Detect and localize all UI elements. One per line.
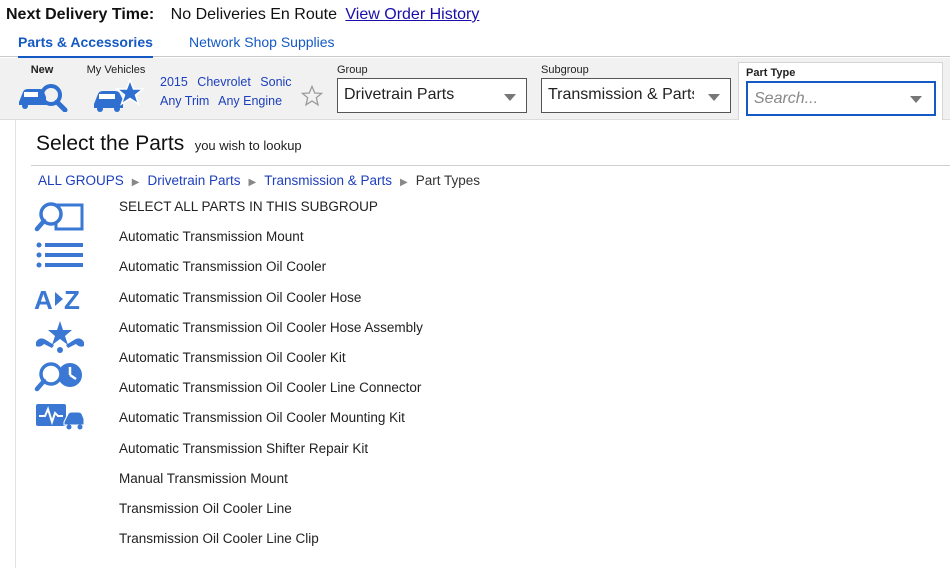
title-divider (31, 165, 950, 166)
my-vehicles-button[interactable]: My Vehicles (82, 64, 150, 114)
part-type-search-input[interactable] (748, 83, 898, 114)
search-clock-icon[interactable] (34, 360, 86, 394)
svg-text:A: A (34, 285, 53, 315)
vehicle-year[interactable]: 2015 (160, 75, 188, 89)
group-select[interactable]: Drivetrain Parts (337, 78, 527, 113)
part-type-item[interactable]: Transmission Oil Cooler Line Clip (119, 530, 423, 560)
group-value: Drivetrain Parts (344, 86, 455, 103)
vehicle-engine[interactable]: Any Engine (218, 94, 282, 108)
delivery-label: Next Delivery Time: (6, 6, 155, 23)
page-title-sub: you wish to lookup (194, 138, 302, 153)
new-vehicle-search-icon (19, 84, 68, 112)
car-diagnostics-icon[interactable] (34, 400, 86, 434)
parts-panel: Select the Parts you wish to lookup ALL … (15, 120, 950, 568)
tab-parts-accessories[interactable]: Parts & Accessories (18, 34, 153, 58)
part-types-list: SELECT ALL PARTS IN THIS SUBGROUP Automa… (119, 198, 423, 560)
breadcrumb-part-types: Part Types (415, 173, 481, 188)
new-label: New (30, 64, 54, 76)
chevron-down-icon (708, 94, 720, 101)
list-icon[interactable] (34, 240, 86, 274)
delivery-bar: Next Delivery Time: No Deliveries En Rou… (6, 6, 479, 26)
a-to-z-icon[interactable]: A Z (34, 282, 86, 316)
part-type-item[interactable]: Automatic Transmission Shifter Repair Ki… (119, 440, 423, 470)
view-order-history-link[interactable]: View Order History (345, 6, 479, 23)
parts-lookup-icon[interactable] (34, 200, 86, 234)
tools-star-icon[interactable] (34, 320, 86, 354)
chevron-down-icon (504, 94, 516, 101)
breadcrumb-drivetrain-parts[interactable]: Drivetrain Parts (147, 173, 240, 188)
vehicle-make[interactable]: Chevrolet (197, 75, 251, 89)
part-type-item[interactable]: Automatic Transmission Oil Cooler Kit (119, 349, 423, 379)
subgroup-select[interactable]: Transmission & Parts (541, 78, 731, 113)
tab-network-shop-supplies[interactable]: Network Shop Supplies (189, 34, 335, 56)
part-type-item[interactable]: Transmission Oil Cooler Line (119, 500, 423, 530)
subgroup-label: Subgroup (541, 64, 589, 76)
breadcrumb: ALL GROUPS ▶ Drivetrain Parts ▶ Transmission… (38, 173, 480, 188)
part-type-item[interactable]: Automatic Transmission Oil Cooler Hose A… (119, 319, 423, 349)
breadcrumb-all-groups[interactable]: ALL GROUPS (38, 173, 124, 188)
my-vehicles-label: My Vehicles (86, 64, 146, 76)
favorite-star-icon[interactable] (301, 85, 323, 107)
vehicle-trim[interactable]: Any Trim (160, 94, 209, 108)
selected-vehicle: 2015 Chevrolet Sonic Any Trim Any Engine (160, 73, 298, 111)
part-type-label: Part Type (746, 67, 796, 79)
group-field: Group Drivetrain Parts (337, 64, 527, 113)
vehicle-toolbar: New My Vehicles 2015 Chevrolet Sonic Any… (0, 58, 950, 120)
svg-text:Z: Z (64, 285, 80, 315)
new-vehicle-button[interactable]: New (14, 64, 70, 112)
part-type-item[interactable]: Automatic Transmission Oil Cooler Line C… (119, 379, 423, 409)
main-tabs: Parts & Accessories Network Shop Supplie… (0, 30, 950, 58)
chevron-down-icon[interactable] (910, 96, 922, 103)
car-star-icon (94, 78, 144, 112)
breadcrumb-separator-icon: ▶ (400, 177, 408, 188)
delivery-status: No Deliveries En Route (170, 6, 337, 23)
page-title: Select the Parts you wish to lookup (36, 132, 302, 156)
part-type-item[interactable]: Manual Transmission Mount (119, 470, 423, 500)
select-all-parts-item[interactable]: SELECT ALL PARTS IN THIS SUBGROUP (119, 198, 423, 228)
part-type-item[interactable]: Automatic Transmission Oil Cooler Mounti… (119, 409, 423, 439)
breadcrumb-separator-icon: ▶ (131, 177, 140, 188)
breadcrumb-separator-icon: ▶ (248, 177, 257, 188)
vehicle-model[interactable]: Sonic (260, 75, 291, 89)
page-title-main: Select the Parts (36, 132, 185, 155)
group-label: Group (337, 64, 368, 76)
part-type-item[interactable]: Automatic Transmission Oil Cooler Hose (119, 289, 423, 319)
part-type-item[interactable]: Automatic Transmission Oil Cooler (119, 258, 423, 288)
part-type-search-box (746, 81, 936, 116)
part-type-item[interactable]: Automatic Transmission Mount (119, 228, 423, 258)
subgroup-field: Subgroup Transmission & Parts (541, 64, 731, 113)
breadcrumb-transmission-parts[interactable]: Transmission & Parts (264, 173, 392, 188)
part-type-field: Part Type (738, 62, 943, 120)
subgroup-value: Transmission & Parts (548, 86, 700, 103)
